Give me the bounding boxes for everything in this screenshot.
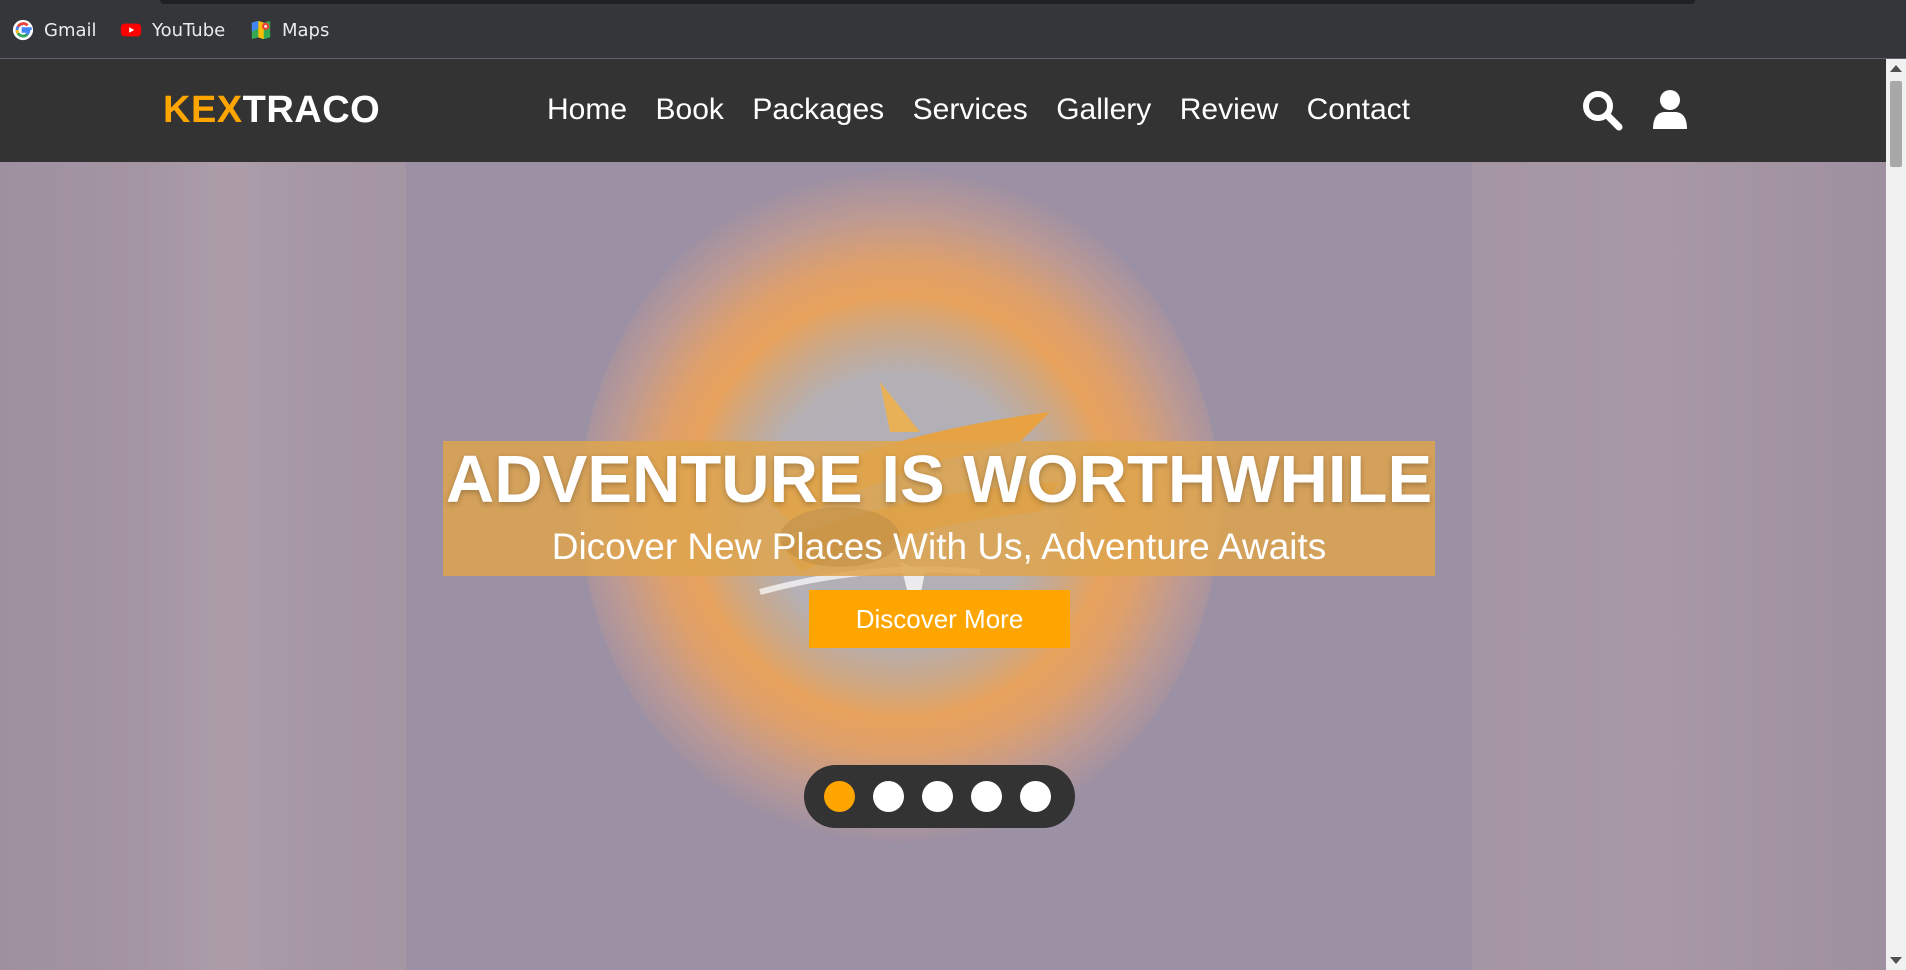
youtube-icon (120, 23, 142, 37)
hero-side-left (0, 162, 406, 970)
slider-dot-1[interactable] (824, 781, 855, 812)
bookmark-maps[interactable]: Maps (250, 19, 329, 41)
website: KEXTRACO Home Book Packages Services Gal… (0, 59, 1886, 970)
maps-icon (251, 20, 271, 40)
bookmark-gmail[interactable]: Gmail (12, 19, 97, 41)
site-logo[interactable]: KEXTRACO (163, 89, 380, 132)
search-icon[interactable] (1581, 89, 1623, 131)
scroll-up-arrow[interactable] (1890, 65, 1902, 72)
bookmark-label: Maps (282, 19, 330, 41)
logo-part-main: TRACO (242, 89, 381, 131)
scroll-down-arrow[interactable] (1890, 957, 1902, 964)
bookmark-label: Gmail (44, 19, 97, 41)
nav-book[interactable]: Book (656, 93, 724, 127)
bookmarks-bar: Gmail YouTube Maps (0, 0, 1906, 59)
site-header: KEXTRACO Home Book Packages Services Gal… (0, 59, 1886, 162)
slider-pagination (804, 765, 1075, 828)
bookmark-youtube[interactable]: YouTube (120, 19, 225, 41)
google-icon (12, 19, 34, 41)
logo-part-accent: KEX (163, 89, 243, 131)
bookmark-label: YouTube (152, 19, 226, 41)
hero-slider: ADVENTURE IS WORTHWHILE Dicover New Plac… (0, 162, 1886, 970)
slider-dot-5[interactable] (1020, 781, 1051, 812)
nav-home[interactable]: Home (547, 93, 627, 127)
main-nav: Home Book Packages Services Gallery Revi… (547, 93, 1439, 127)
slider-dot-3[interactable] (922, 781, 953, 812)
discover-more-button[interactable]: Discover More (809, 590, 1070, 648)
hero-title: ADVENTURE IS WORTHWHILE (445, 442, 1433, 517)
nav-contact[interactable]: Contact (1307, 93, 1410, 127)
omnibox-edge (160, 0, 1695, 4)
nav-gallery[interactable]: Gallery (1056, 93, 1151, 127)
nav-services[interactable]: Services (913, 93, 1028, 127)
slider-dot-2[interactable] (873, 781, 904, 812)
page-scrollbar[interactable] (1886, 59, 1906, 970)
scrollbar-thumb[interactable] (1890, 81, 1902, 167)
nav-review[interactable]: Review (1180, 93, 1278, 127)
nav-packages[interactable]: Packages (752, 93, 884, 127)
hero-subtitle: Dicover New Places With Us, Adventure Aw… (551, 526, 1327, 567)
hero-side-right (1472, 162, 1886, 970)
user-icon[interactable] (1652, 89, 1688, 131)
slider-dot-4[interactable] (971, 781, 1002, 812)
